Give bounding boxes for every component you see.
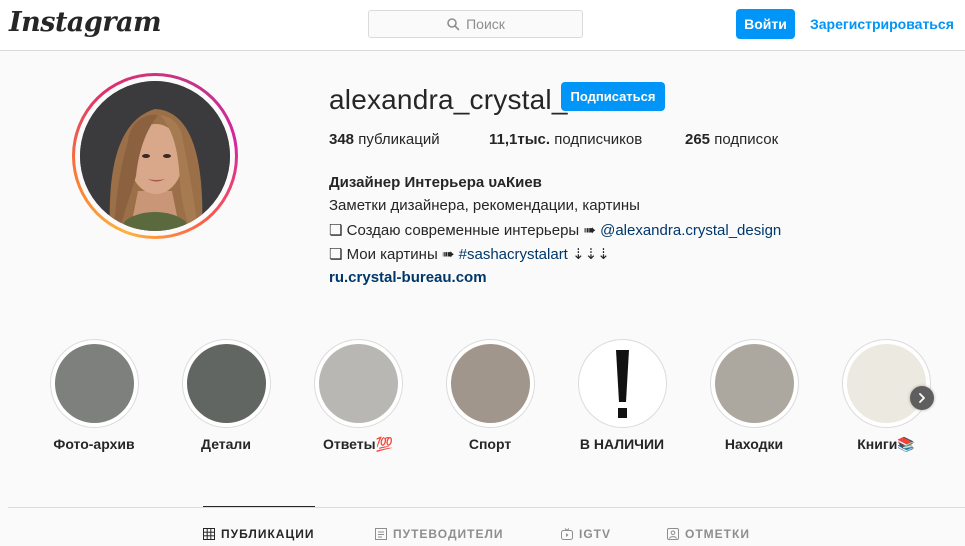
highlight-label: Детали: [201, 436, 251, 452]
highlight-label: Ответы💯: [322, 436, 393, 452]
tabs-divider: [8, 507, 965, 508]
highlight-knigi[interactable]: [842, 339, 931, 428]
tab-label: ПУБЛИКАЦИИ: [221, 527, 315, 541]
highlight-cover: [187, 344, 266, 423]
igtv-icon: [561, 528, 573, 540]
posts-stat: 348 публикаций: [329, 131, 440, 148]
profile-username: alexandra_crystal_: [329, 84, 568, 115]
tab-igtv[interactable]: IGTV: [561, 527, 611, 541]
grid-icon: [203, 528, 215, 540]
highlight-nakhodki[interactable]: [710, 339, 799, 428]
profile-avatar[interactable]: [80, 81, 230, 231]
login-button[interactable]: Войти: [736, 9, 795, 39]
bio-mention-link[interactable]: @alexandra.crystal_design: [600, 222, 781, 239]
bio-arrows: ⇣⇣⇣: [567, 246, 610, 263]
tab-tagged[interactable]: ОТМЕТКИ: [667, 527, 750, 541]
highlight-cover: [55, 344, 134, 423]
bio-line-3-text: ❏ Мои картины ➠: [329, 246, 459, 263]
register-link[interactable]: Зарегистрироваться: [810, 16, 954, 32]
highlight-label: Находки: [724, 436, 784, 452]
followers-count: 11,1тыс.: [489, 131, 551, 148]
active-tab-indicator: [203, 506, 315, 507]
highlight-label: Спорт: [468, 436, 512, 452]
followers-stat[interactable]: 11,1тыс. подписчиков: [489, 131, 642, 148]
highlight-label: Книги📚: [857, 436, 915, 452]
tab-label: ОТМЕТКИ: [685, 527, 750, 541]
highlight-cover: [583, 344, 662, 423]
bio-line-1: Заметки дизайнера, рекомендации, картины: [329, 197, 640, 214]
bio-line-2: ❏ Создаю современные интерьеры ➠ @alexan…: [329, 221, 781, 239]
exclamation-icon: [616, 350, 629, 418]
followers-label: подписчиков: [554, 131, 643, 148]
instagram-logo[interactable]: Instagram: [9, 7, 162, 38]
tagged-icon: [667, 528, 679, 540]
tab-label: ПУТЕВОДИТЕЛИ: [393, 527, 504, 541]
avatar-portrait-image: [80, 81, 230, 231]
tab-guides[interactable]: ПУТЕВОДИТЕЛИ: [375, 527, 504, 541]
highlight-sport[interactable]: [446, 339, 535, 428]
following-count: 265: [685, 131, 711, 148]
bio-hashtag-link[interactable]: #sashacrystalart: [459, 246, 568, 263]
highlight-cover: [847, 344, 926, 423]
following-stat[interactable]: 265 подписок: [685, 131, 778, 148]
highlight-label: Фото-архив: [53, 436, 135, 452]
highlight-v-nalichii[interactable]: [578, 339, 667, 428]
tab-label: IGTV: [579, 527, 612, 541]
search-icon: [447, 18, 460, 31]
top-navigation-bar: Instagram Поиск Войти Зарегистрироваться: [0, 0, 965, 51]
highlights-next-button[interactable]: [910, 386, 934, 410]
posts-count: 348: [329, 131, 355, 148]
guide-icon: [375, 528, 387, 540]
website-link[interactable]: ru.crystal-bureau.com: [329, 269, 487, 286]
search-input[interactable]: Поиск: [368, 10, 583, 38]
story-ring[interactable]: [72, 73, 238, 239]
following-label: подписок: [714, 131, 779, 148]
highlight-cover: [715, 344, 794, 423]
highlight-otvety[interactable]: [314, 339, 403, 428]
chevron-right-icon: [919, 393, 925, 403]
highlight-foto-archiv[interactable]: [50, 339, 139, 428]
highlight-detali[interactable]: [182, 339, 271, 428]
bio-line-2-text: ❏ Создаю современные интерьеры ➠: [329, 222, 601, 239]
bio-line-3: ❏ Мои картины ➠ #sashacrystalart ⇣⇣⇣: [329, 245, 610, 263]
posts-label: публикаций: [358, 131, 440, 148]
highlight-label: В НАЛИЧИИ: [579, 436, 665, 452]
search-placeholder: Поиск: [466, 16, 505, 32]
tab-publications[interactable]: ПУБЛИКАЦИИ: [203, 527, 314, 541]
highlight-cover: [451, 344, 530, 423]
follow-button[interactable]: Подписаться: [561, 82, 665, 111]
bio-full-name: Дизайнер Интерьера ᴜᴀКиев: [329, 174, 542, 191]
highlight-cover: [319, 344, 398, 423]
